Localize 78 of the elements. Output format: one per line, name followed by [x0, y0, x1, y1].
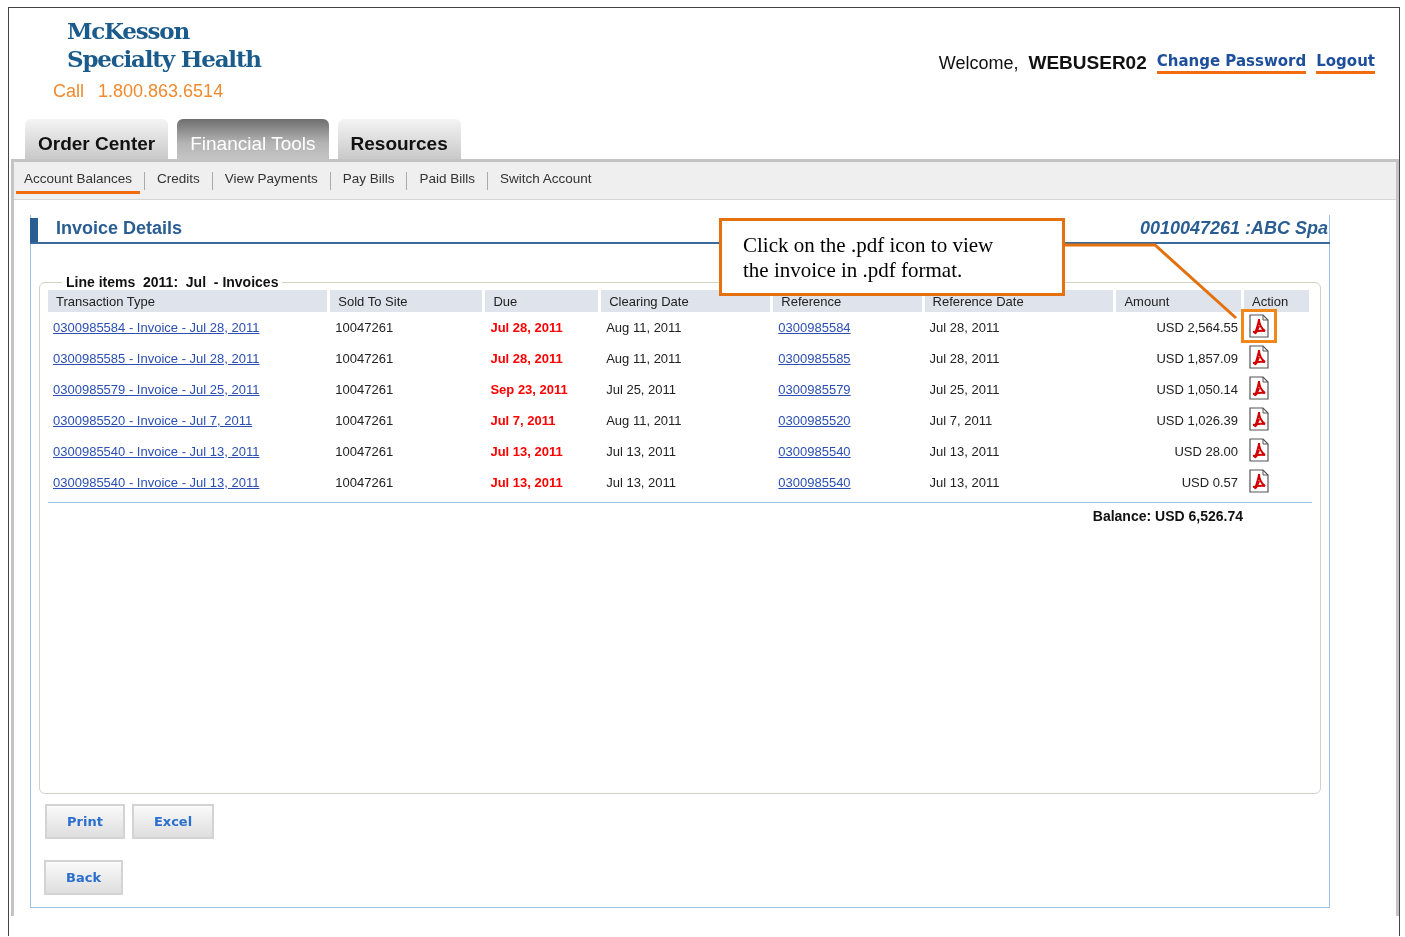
invoice-link[interactable]: 0300985540 - Invoice - Jul 13, 2011 — [53, 444, 260, 459]
column-header: Due — [485, 290, 599, 312]
header-link[interactable]: Change Password — [1156, 52, 1307, 74]
amount: USD 1,050.14 — [1156, 382, 1239, 397]
action-button[interactable]: Print — [45, 804, 125, 839]
table-cell: 10047261 — [335, 444, 394, 459]
subnav-tab[interactable]: Credits — [149, 167, 208, 194]
table-cell: Aug 11, 2011 — [606, 320, 682, 335]
reference-link[interactable]: 0300985540 — [778, 444, 851, 459]
column-header: Clearing Date — [601, 290, 771, 312]
reference-link[interactable]: 0300985579 — [778, 382, 851, 397]
table-cell: Jul 13, 2011 — [606, 444, 677, 459]
amount: USD 1,857.09 — [1156, 351, 1239, 366]
amount: USD 0.57 — [1181, 475, 1239, 490]
reference-link[interactable]: 0300985584 — [778, 320, 851, 335]
subnav-tab[interactable]: Paid Bills — [411, 167, 483, 194]
back-button[interactable]: Back — [44, 860, 124, 895]
section-legend: Line items 2011: Jul - Invoices — [62, 274, 283, 290]
phone-number: 1.800.863.6514 — [98, 81, 224, 102]
due-date: Jul 13, 2011 — [490, 444, 563, 459]
call-label: Call — [53, 81, 84, 102]
pdf-icon[interactable] — [1249, 469, 1270, 493]
table-cell: Jul 7, 2011 — [929, 413, 993, 428]
logo-text: McKesson — [66, 17, 191, 45]
callout-text: Click on the .pdf icon to view the invoice in .pdf format. — [719, 218, 1065, 296]
invoice-link[interactable]: 0300985584 - Invoice - Jul 28, 2011 — [53, 320, 260, 335]
pdf-icon[interactable] — [1249, 376, 1270, 400]
header-link[interactable]: Logout — [1316, 52, 1375, 74]
table-cell: Aug 11, 2011 — [606, 413, 682, 428]
table-cell: Aug 11, 2011 — [606, 351, 682, 366]
table-cell: 10047261 — [335, 475, 394, 490]
main-tab[interactable]: Order Center — [25, 119, 169, 159]
column-header: Sold To Site — [330, 290, 483, 312]
column-header: Amount — [1116, 290, 1242, 312]
subnav-tab[interactable]: View Payments — [216, 167, 326, 194]
due-date: Jul 28, 2011 — [490, 320, 563, 335]
pdf-icon[interactable] — [1249, 314, 1270, 338]
amount: USD 2,564.55 — [1156, 320, 1239, 335]
table-cell: Jul 25, 2011 — [929, 382, 1000, 397]
account-name: 0010047261 :ABC Spa — [1139, 218, 1329, 240]
column-header: Action — [1244, 290, 1309, 312]
table-cell: Jul 28, 2011 — [929, 351, 1000, 366]
reference-link[interactable]: 0300985540 — [778, 475, 851, 490]
page-title: Invoice Details — [30, 218, 183, 242]
reference-link[interactable]: 0300985520 — [778, 413, 851, 428]
column-header: Transaction Type — [48, 290, 328, 312]
pdf-icon[interactable] — [1249, 407, 1270, 431]
pdf-icon[interactable] — [1249, 438, 1270, 462]
invoice-link[interactable]: 0300985540 - Invoice - Jul 13, 2011 — [53, 475, 260, 490]
table-cell: 10047261 — [335, 351, 394, 366]
due-date: Jul 13, 2011 — [490, 475, 563, 490]
pdf-icon[interactable] — [1249, 345, 1270, 369]
reference-link[interactable]: 0300985585 — [778, 351, 851, 366]
main-tab[interactable]: Resources — [337, 119, 461, 159]
table-cell: Jul 28, 2011 — [929, 320, 1000, 335]
due-date: Sep 23, 2011 — [490, 382, 568, 397]
due-date: Jul 28, 2011 — [490, 351, 563, 366]
subnav-tab[interactable]: Account Balances — [16, 167, 141, 194]
table-cell: 10047261 — [335, 382, 394, 397]
welcome-text: Welcome, — [938, 52, 1019, 74]
table-cell: 10047261 — [335, 413, 394, 428]
action-button[interactable]: Excel — [131, 804, 215, 839]
invoice-link[interactable]: 0300985579 - Invoice - Jul 25, 2011 — [53, 382, 260, 397]
balance-total: Balance: USD 6,526.74 — [1092, 508, 1243, 524]
amount: USD 28.00 — [1174, 444, 1239, 459]
amount: USD 1,026.39 — [1156, 413, 1239, 428]
table-cell: Jul 13, 2011 — [929, 444, 1000, 459]
table-cell: 10047261 — [335, 320, 394, 335]
table-cell: Jul 13, 2011 — [929, 475, 1000, 490]
table-cell: Jul 25, 2011 — [606, 382, 677, 397]
subnav-tab[interactable]: Pay Bills — [334, 167, 403, 194]
subnav-tab[interactable]: Switch Account — [491, 167, 600, 194]
username: WEBUSER02 — [1028, 52, 1147, 74]
logo-text: Specialty Health — [66, 45, 261, 73]
due-date: Jul 7, 2011 — [490, 413, 556, 428]
table-cell: Jul 13, 2011 — [606, 475, 677, 490]
invoice-link[interactable]: 0300985585 - Invoice - Jul 28, 2011 — [53, 351, 260, 366]
invoice-link[interactable]: 0300985520 - Invoice - Jul 7, 2011 — [53, 413, 253, 428]
